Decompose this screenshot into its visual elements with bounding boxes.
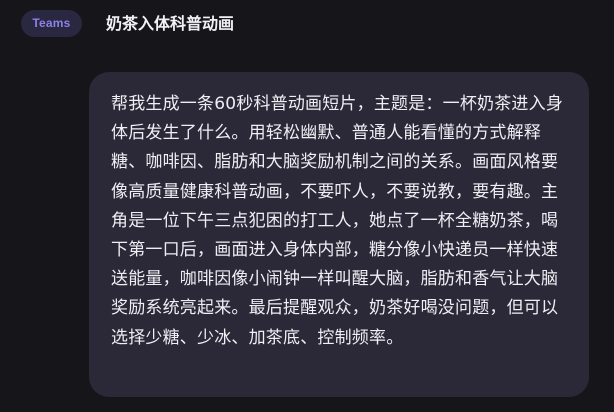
chat-page: Teams 奶茶入体科普动画 帮我生成一条60秒科普动画短片，主题是：一杯奶茶进…	[0, 0, 614, 412]
conversation-title: 奶茶入体科普动画	[106, 14, 235, 33]
chat-header: Teams 奶茶入体科普动画	[0, 0, 614, 48]
user-message-text: 帮我生成一条60秒科普动画短片，主题是：一杯奶茶进入身体后发生了什么。用轻松幽默…	[111, 94, 564, 348]
user-message-bubble: 帮我生成一条60秒科普动画短片，主题是：一杯奶茶进入身体后发生了什么。用轻松幽默…	[89, 72, 589, 397]
teams-badge[interactable]: Teams	[21, 10, 82, 37]
